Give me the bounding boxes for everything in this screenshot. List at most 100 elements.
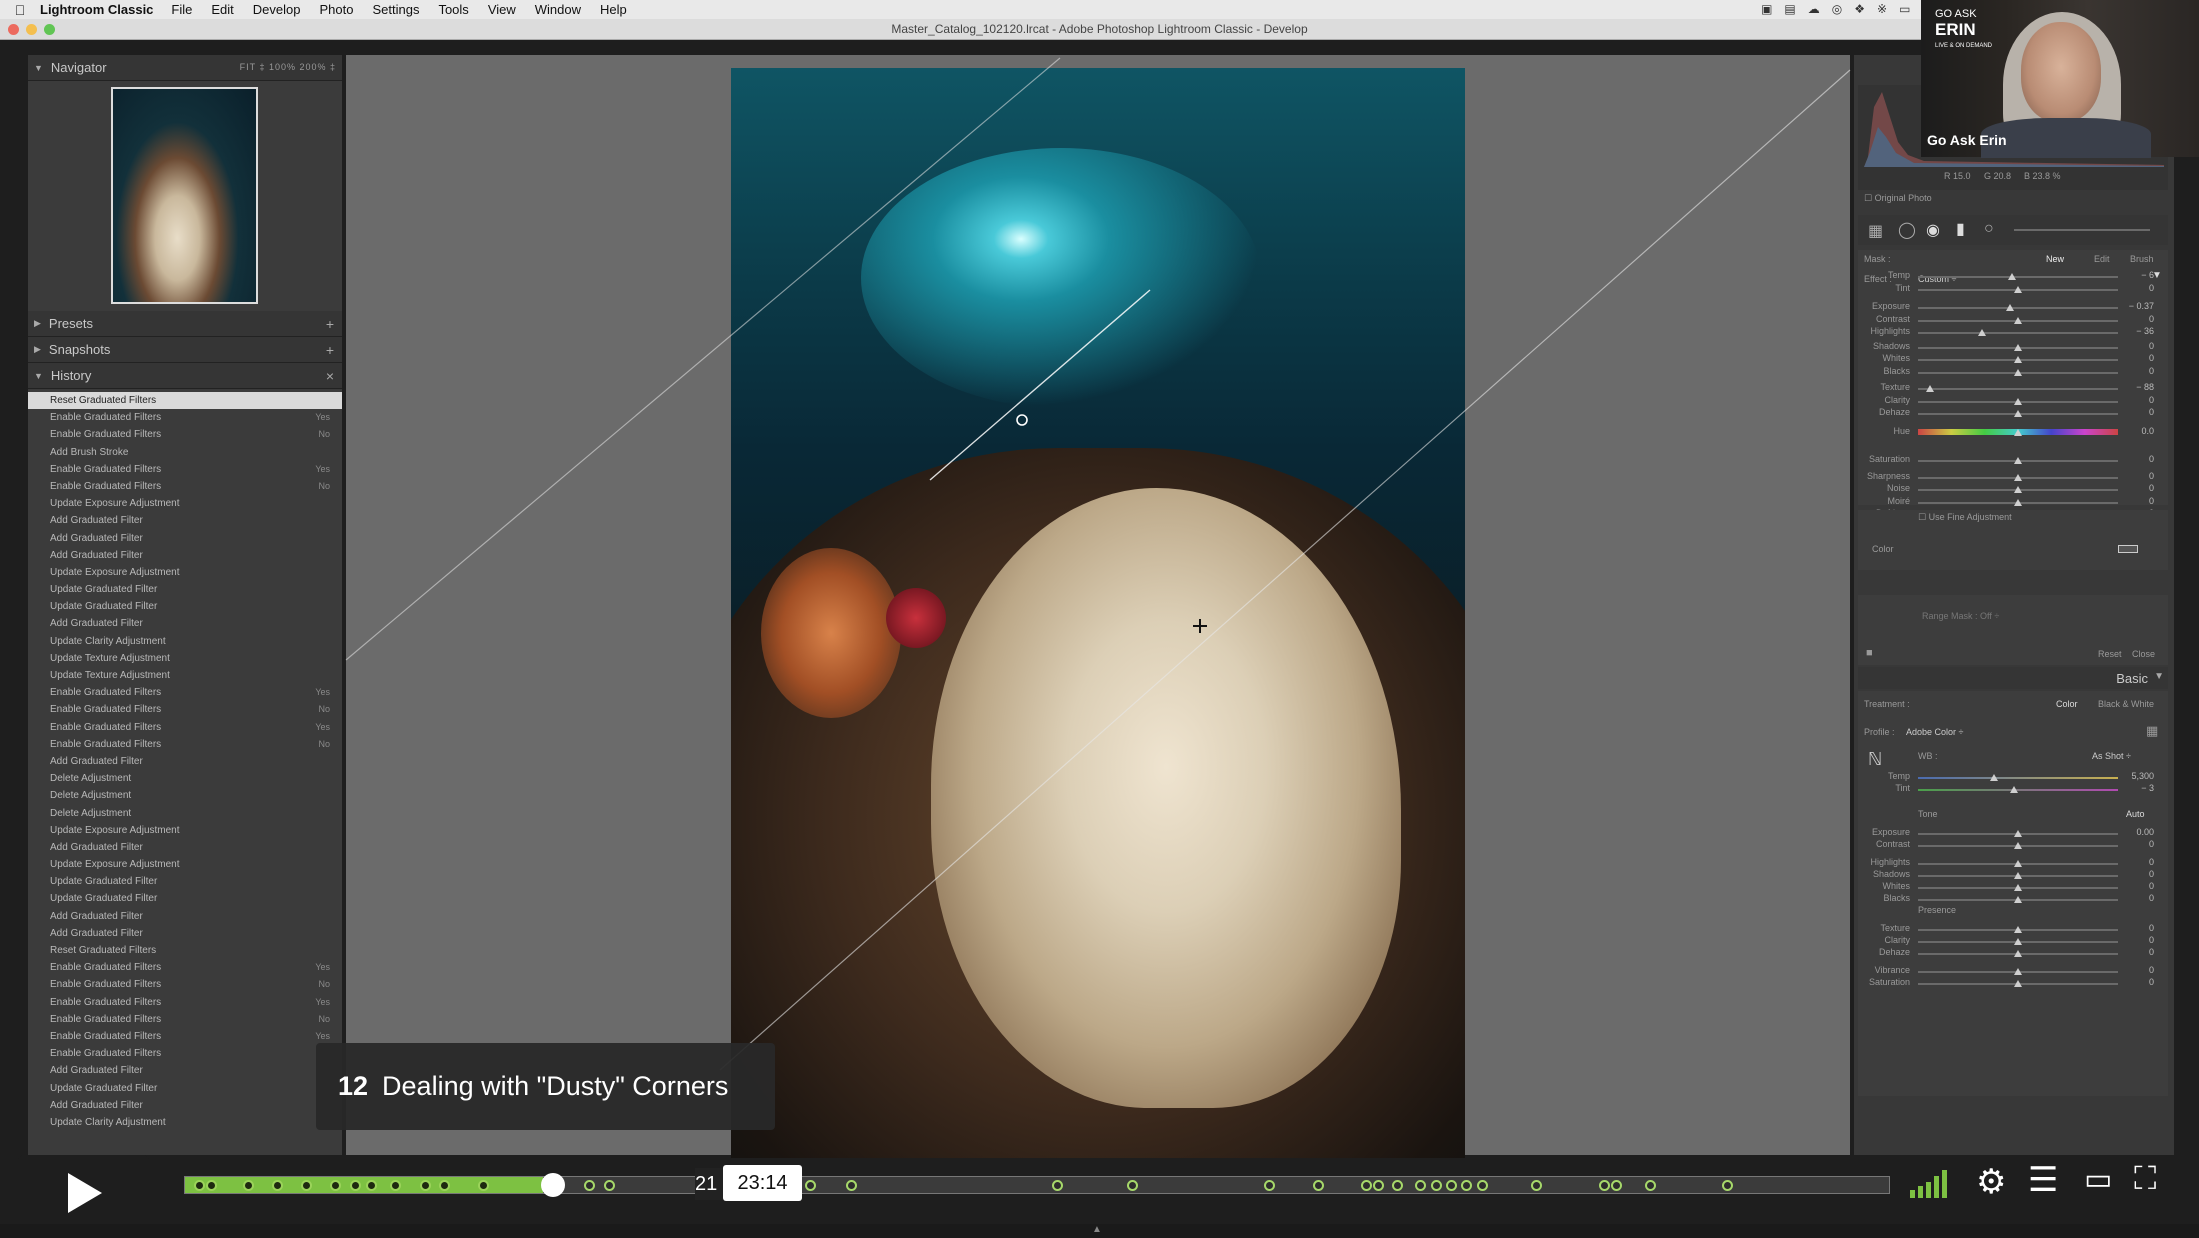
photo-preview[interactable] <box>731 68 1465 1158</box>
slider-knob[interactable] <box>2014 285 2022 293</box>
slider-track[interactable] <box>1918 388 2118 390</box>
toggle-mask-icon[interactable]: ■ <box>1866 647 1873 659</box>
chapter-marker[interactable] <box>1599 1180 1611 1191</box>
slider-knob[interactable] <box>2014 368 2022 376</box>
app-menu[interactable]: Lightroom Classic <box>40 2 153 17</box>
fine-adjust-checkbox[interactable]: ☐ Use Fine Adjustment <box>1918 512 2012 523</box>
chapter-marker[interactable] <box>1430 1180 1442 1191</box>
chapter-marker[interactable] <box>365 1180 377 1191</box>
volume-icon[interactable] <box>1908 1166 1956 1198</box>
slider-knob[interactable] <box>2014 356 2022 363</box>
slider-knob[interactable] <box>2014 842 2022 849</box>
slider-value[interactable]: 0 <box>2149 353 2154 363</box>
wb-dropdown[interactable]: As Shot ÷ <box>2092 751 2131 761</box>
history-item[interactable]: Update Texture Adjustment <box>28 650 342 667</box>
menu-window[interactable]: Window <box>535 2 581 17</box>
slider-value[interactable]: − 6 <box>2141 270 2154 280</box>
history-item[interactable]: Delete Adjustment <box>28 787 342 804</box>
chapter-marker[interactable] <box>439 1180 450 1191</box>
history-item[interactable]: Update Clarity Adjustment <box>28 1114 342 1131</box>
slider-value[interactable]: − 88 <box>2136 382 2154 392</box>
slider-knob[interactable] <box>2014 343 2022 351</box>
slider-knob[interactable] <box>2014 410 2022 417</box>
slider-knob[interactable] <box>2014 860 2022 867</box>
wb-eyedropper-icon[interactable]: ℕ <box>1868 749 1882 770</box>
history-item[interactable]: Update Exposure Adjustment <box>28 564 342 581</box>
slider-value[interactable]: 0.00 <box>2136 827 2154 837</box>
basic-collapse-icon[interactable]: ▼ <box>2154 671 2164 682</box>
chapter-marker[interactable] <box>272 1180 284 1191</box>
chapter-marker[interactable] <box>1611 1180 1623 1191</box>
chapter-marker[interactable] <box>1263 1180 1275 1191</box>
color-swatch[interactable] <box>2118 545 2138 553</box>
fullscreen-icon[interactable]: ⛶ <box>2134 1160 2156 1198</box>
slider-knob[interactable] <box>2014 397 2022 405</box>
slider-knob[interactable] <box>2006 304 2014 311</box>
slider-value[interactable]: 0 <box>2149 454 2154 464</box>
slider-knob[interactable] <box>1990 774 1998 781</box>
history-item[interactable]: Add Graduated Filter <box>28 547 342 564</box>
range-mask-dropdown[interactable]: Range Mask : Off ÷ <box>1922 611 1999 621</box>
settings-gear-icon[interactable]: ⚙ <box>1976 1162 2006 1202</box>
slider-track[interactable] <box>1918 307 2118 309</box>
snapshots-header[interactable]: ▶ Snapshots + <box>28 337 342 363</box>
slider-knob[interactable] <box>2014 457 2022 464</box>
slider-value[interactable]: 0 <box>2149 923 2154 933</box>
chapter-marker[interactable] <box>1127 1180 1139 1191</box>
menu-view[interactable]: View <box>488 2 516 17</box>
slider-track[interactable] <box>1918 332 2118 334</box>
history-item[interactable]: Update Graduated Filter <box>28 873 342 890</box>
history-item[interactable]: Update Graduated Filter <box>28 1080 342 1097</box>
chapter-marker[interactable] <box>1446 1180 1458 1191</box>
history-item[interactable]: Add Graduated Filter <box>28 1062 342 1079</box>
history-item[interactable]: Add Graduated Filter <box>28 753 342 770</box>
menu-help[interactable]: Help <box>600 2 627 17</box>
crop-tool-icon[interactable]: ▦ <box>1868 221 1883 241</box>
menu-edit[interactable]: Edit <box>211 2 233 17</box>
slider-value[interactable]: 0 <box>2149 881 2154 891</box>
slider-track[interactable] <box>1918 789 2118 791</box>
mask-new-button[interactable]: New <box>2046 254 2064 264</box>
chapter-marker[interactable] <box>329 1180 341 1191</box>
chapter-marker[interactable] <box>1415 1180 1427 1191</box>
history-item[interactable]: Delete Adjustment <box>28 805 342 822</box>
navigator-thumbnail[interactable] <box>111 87 258 304</box>
chapter-marker[interactable] <box>243 1180 255 1191</box>
chapter-marker[interactable] <box>1645 1180 1657 1191</box>
chapter-marker[interactable] <box>1531 1180 1543 1191</box>
navigator-header[interactable]: ▼ Navigator FIT ‡ 100% 200% ‡ <box>28 55 342 81</box>
spot-removal-icon[interactable]: ◯ <box>1898 220 1916 240</box>
graduated-filter-icon[interactable]: ▮ <box>1956 219 1965 239</box>
slider-value[interactable]: − 36 <box>2136 326 2154 336</box>
chapter-marker[interactable] <box>389 1180 401 1191</box>
slider-knob[interactable] <box>2008 273 2016 280</box>
chapter-marker[interactable] <box>583 1180 595 1191</box>
slider-value[interactable]: 0 <box>2149 283 2154 293</box>
history-item[interactable]: Delete Adjustment <box>28 770 342 787</box>
chapter-marker[interactable] <box>1360 1180 1372 1191</box>
clear-history-icon[interactable]: × <box>326 368 334 384</box>
slider-knob[interactable] <box>2014 950 2022 957</box>
slider-knob[interactable] <box>2014 896 2022 903</box>
mask-reset-button[interactable]: Reset <box>2098 649 2122 659</box>
slider-value[interactable]: 0 <box>2149 341 2154 351</box>
slider-value[interactable]: 5,300 <box>2131 771 2154 781</box>
slider-value[interactable]: 0 <box>2149 839 2154 849</box>
history-item[interactable]: Enable Graduated Filters No <box>28 478 342 495</box>
tray-icon[interactable]: ▤ <box>1784 2 1795 16</box>
slider-value[interactable]: 0 <box>2149 869 2154 879</box>
slider-knob[interactable] <box>2014 498 2022 506</box>
profile-browser-icon[interactable]: ▦ <box>2146 723 2158 739</box>
slider-value[interactable]: 0 <box>2149 893 2154 903</box>
slider-knob[interactable] <box>1978 329 1986 336</box>
slider-knob[interactable] <box>2014 980 2022 987</box>
slider-value[interactable]: 0 <box>2149 977 2154 987</box>
tray-icon[interactable]: ▣ <box>1761 2 1772 16</box>
history-item[interactable]: Update Exposure Adjustment <box>28 495 342 512</box>
mask-edit-button[interactable]: Edit <box>2094 254 2110 264</box>
chapter-marker[interactable] <box>1476 1180 1488 1191</box>
history-item[interactable]: Enable Graduated Filters Yes <box>28 684 342 701</box>
presets-header[interactable]: ▶ Presets + <box>28 311 342 337</box>
slider-value[interactable]: 0 <box>2149 935 2154 945</box>
slider-track[interactable] <box>1918 276 2118 278</box>
